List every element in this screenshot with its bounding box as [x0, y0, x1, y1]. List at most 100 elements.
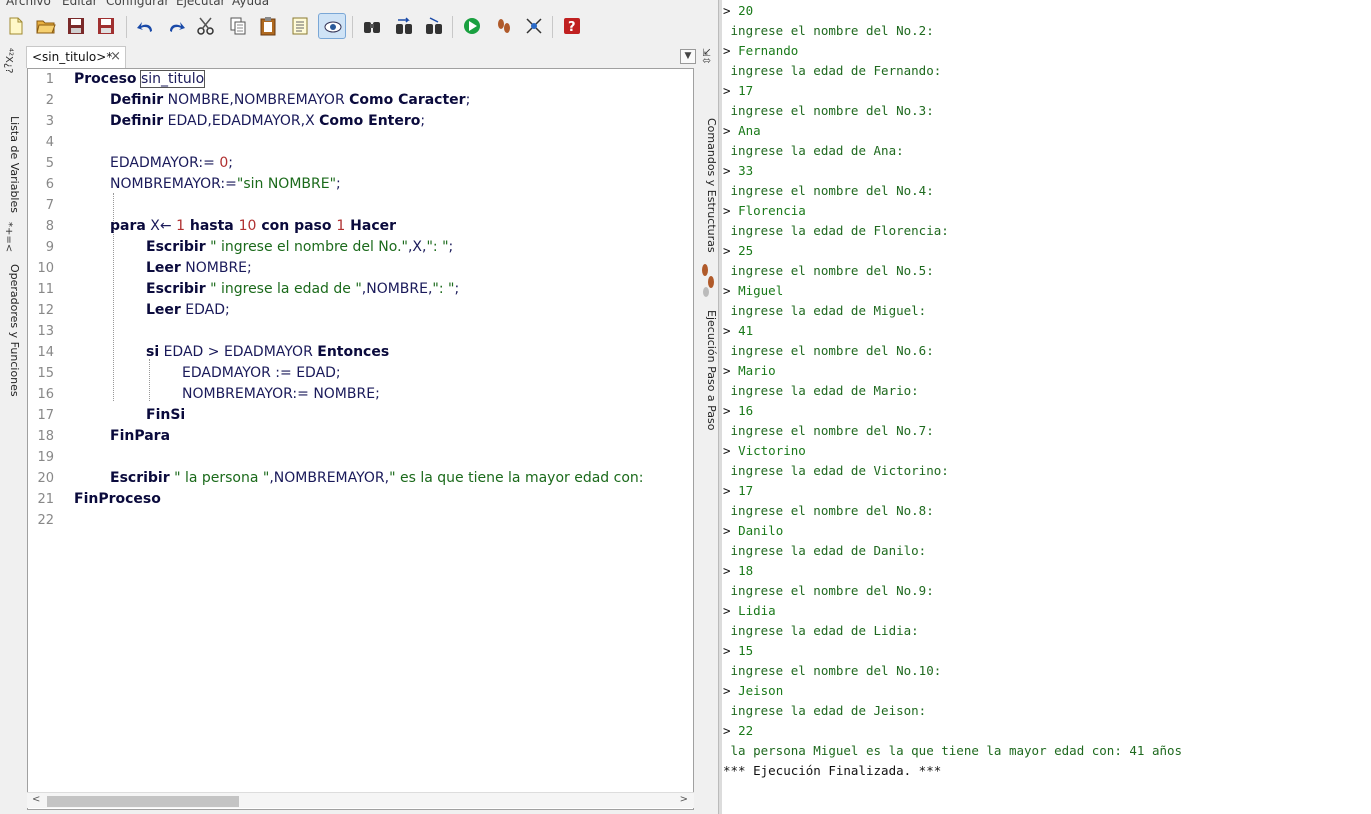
line-number: 20 [37, 471, 54, 486]
line-number: 9 [45, 240, 54, 255]
paste-button[interactable] [254, 13, 282, 39]
prompt-marker: > [723, 163, 731, 178]
code-line-2: Definir NOMBRE,NOMBREMAYOR Como Caracter… [110, 92, 471, 108]
new-file-icon [9, 17, 23, 35]
replace-button[interactable] [420, 13, 448, 39]
indent-guide [149, 359, 150, 401]
execution-console[interactable]: > 20 ingrese el nombre del No.2: > Fernan… [722, 0, 1371, 814]
redo-icon [170, 22, 185, 32]
prompt-marker: > [723, 603, 731, 618]
line-number: 16 [37, 387, 54, 402]
console-output-line: ingrese la edad de Fernando: [723, 63, 942, 78]
console-input-line: > 22 [723, 723, 753, 738]
toolbar-separator [552, 16, 553, 38]
save-icon [68, 18, 84, 34]
line-number: 1 [45, 72, 54, 87]
prompt-marker: > [723, 3, 731, 18]
operators-tab-icon: *+=< [3, 222, 14, 253]
undo-icon [137, 22, 152, 32]
run-button[interactable] [458, 13, 486, 39]
prompt-marker: > [723, 43, 731, 58]
prompt-marker: > [723, 123, 731, 138]
input-value: 22 [738, 723, 754, 738]
save-as-button[interactable] [92, 13, 120, 39]
horizontal-scrollbar[interactable]: < > [27, 792, 694, 808]
cut-button[interactable] [192, 13, 220, 39]
tab-sin-titulo[interactable]: <sin_titulo>* × [26, 46, 126, 68]
save-as-icon [98, 18, 114, 34]
close-tab-icon[interactable]: × [110, 47, 121, 67]
console-output-line: ingrese la edad de Miguel: [723, 303, 927, 318]
code-line-14: si EDAD > EDADMAYOR Entonces [146, 344, 390, 360]
menu-editar[interactable]: Editar [62, 0, 98, 8]
menu-archivo[interactable]: Archivo [6, 0, 51, 8]
code-line-5: EDADMAYOR:= 0; [110, 155, 233, 171]
flowchart-button[interactable] [520, 13, 548, 39]
new-file-button[interactable] [2, 13, 30, 39]
console-input-line: > 41 [723, 323, 753, 338]
input-value: 25 [738, 243, 754, 258]
scroll-right-icon[interactable]: > [680, 794, 688, 805]
variables-tab-icon: ⁴²X¿? [3, 48, 14, 74]
input-value: Lidia [738, 603, 776, 618]
tab-ejecucion-paso-a-paso[interactable]: Ejecución Paso a Paso [698, 310, 718, 431]
undo-button[interactable] [132, 13, 160, 39]
console-input-line: > Ana [723, 123, 761, 138]
menu-ejecutar[interactable]: Ejecutar [176, 0, 226, 8]
console-input-line: > 33 [723, 163, 753, 178]
code-line-1: Proceso sin_titulo [74, 70, 206, 88]
line-number: 12 [37, 303, 54, 318]
replace-icon [426, 17, 442, 34]
select-all-button[interactable] [286, 13, 314, 39]
indent-button[interactable] [318, 13, 346, 39]
console-input-line: > Lidia [723, 603, 776, 618]
prompt-marker: > [723, 723, 731, 738]
find-next-button[interactable] [390, 13, 418, 39]
save-button[interactable] [62, 13, 90, 39]
tab-comandos-y-estructuras[interactable]: Comandos y Estructuras [698, 118, 718, 253]
input-value: Victorino [738, 443, 806, 458]
prompt-marker: > [723, 403, 731, 418]
prompt-marker: > [723, 683, 731, 698]
prompt-marker: > [723, 363, 731, 378]
console-output-line: ingrese la edad de Jeison: [723, 703, 927, 718]
console-input-line: > 20 [723, 3, 753, 18]
code-line-20: Escribir " la persona ",NOMBREMAYOR," es… [110, 470, 644, 486]
line-number: 15 [37, 366, 54, 381]
tab-lista-de-variables[interactable]: Lista de Variables [1, 116, 21, 213]
redo-button[interactable] [162, 13, 190, 39]
console-input-line: > Jeison [723, 683, 783, 698]
code-editor[interactable]: 1 2 3 4 5 6 7 8 9 10 11 12 13 14 15 16 17 18 19 20 21 22 Proc… [27, 68, 694, 810]
input-value: 17 [738, 83, 754, 98]
input-value: 15 [738, 643, 754, 658]
copy-button[interactable] [224, 13, 252, 39]
tab-operadores-y-funciones[interactable]: Operadores y Funciones [1, 264, 21, 397]
scrollbar-thumb[interactable] [47, 796, 239, 807]
console-output-line: ingrese el nombre del No.4: [723, 183, 934, 198]
console-output-line: ingrese la edad de Victorino: [723, 463, 949, 478]
line-number: 7 [45, 198, 54, 213]
left-side-panel: ⁴²X¿? Lista de Variables *+=< Operadores… [0, 46, 22, 814]
copy-icon [230, 17, 246, 35]
console-input-line: > Danilo [723, 523, 783, 538]
tab-list-dropdown[interactable]: ▼ [680, 49, 696, 64]
prompt-marker: > [723, 243, 731, 258]
console-input-line: > 15 [723, 643, 753, 658]
console-input-line: > Miguel [723, 283, 783, 298]
open-button[interactable] [32, 13, 60, 39]
prompt-marker: > [723, 83, 731, 98]
input-value: 17 [738, 483, 754, 498]
step-button[interactable] [490, 13, 518, 39]
console-input-line: > 17 [723, 483, 753, 498]
input-value: Miguel [738, 283, 784, 298]
toolbar-separator [452, 16, 453, 38]
find-button[interactable] [358, 13, 386, 39]
menu-configurar[interactable]: Configurar [106, 0, 169, 8]
tab-label: <sin_titulo>* [32, 50, 113, 64]
select-all-icon [292, 17, 308, 35]
svg-text:?: ? [568, 20, 576, 35]
scroll-left-icon[interactable]: < [32, 794, 40, 805]
help-button[interactable]: ? [558, 13, 586, 39]
menu-ayuda[interactable]: Ayuda [232, 0, 269, 8]
line-number: 8 [45, 219, 54, 234]
